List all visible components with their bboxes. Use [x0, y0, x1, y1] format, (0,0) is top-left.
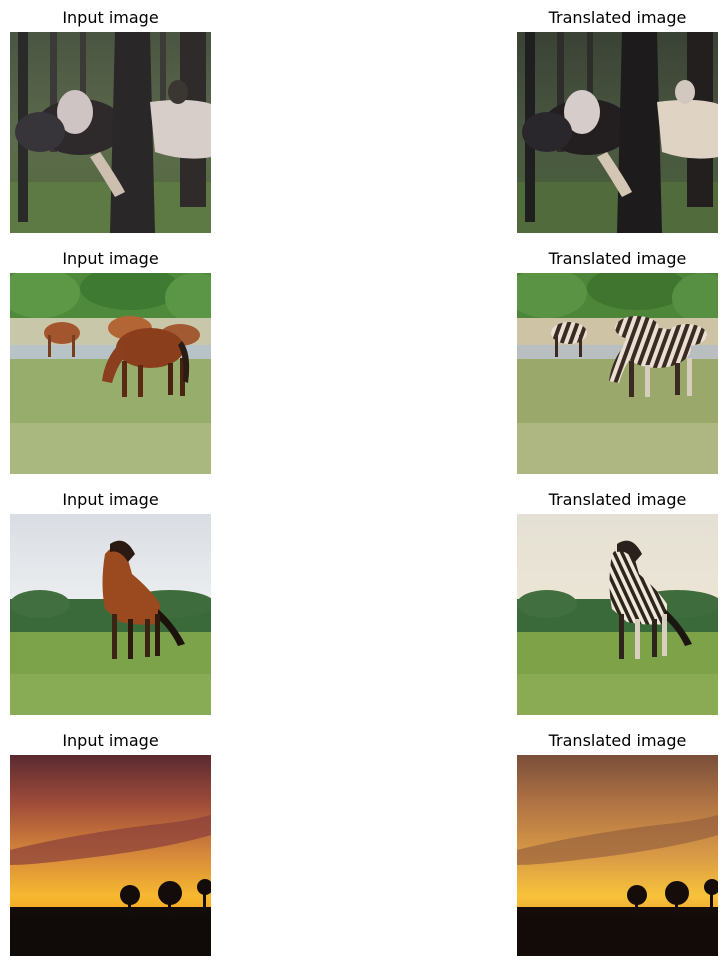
input-image-title-2: Input image — [62, 249, 159, 268]
translated-image-title-1: Translated image — [548, 8, 687, 27]
input-image-title-4: Input image — [62, 731, 159, 750]
translated-image-2 — [517, 273, 718, 474]
translated-image-4 — [517, 755, 718, 956]
translated-image-title-3: Translated image — [548, 490, 687, 509]
translated-image-title-2: Translated image — [548, 249, 687, 268]
input-image-1 — [10, 32, 211, 233]
input-image-title-1: Input image — [62, 8, 159, 27]
translated-image-title-4: Translated image — [548, 731, 687, 750]
input-image-title-3: Input image — [62, 490, 159, 509]
input-image-4 — [10, 755, 211, 956]
translated-image-3 — [517, 514, 718, 715]
translated-image-1 — [517, 32, 718, 233]
input-image-3 — [10, 514, 211, 715]
input-image-2 — [10, 273, 211, 474]
